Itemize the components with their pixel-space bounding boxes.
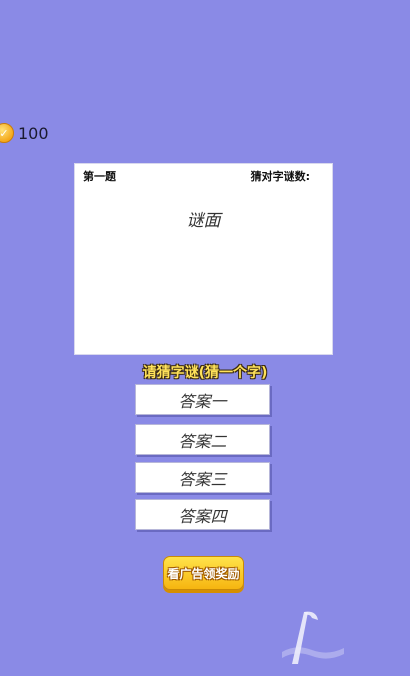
question-number: 第一题 [83,170,116,183]
riddle-panel: 第一题 猜对字谜数: 谜面 [74,163,333,355]
guess-prompt: 请猜字谜(猜一个字) [142,365,268,381]
coin-icon: ✓ [0,123,14,143]
answer-button-1[interactable]: 答案一 [135,384,270,415]
coin-counter: ✓ 100 [0,123,49,143]
answer-button-2[interactable]: 答案二 [135,424,270,455]
solved-count-label: 猜对字谜数: [250,170,310,183]
answer-button-4[interactable]: 答案四 [135,499,270,530]
coin-value: 100 [18,123,49,143]
riddle-text: 谜面 [186,211,221,231]
watermark-logo [282,611,344,664]
answer-button-3[interactable]: 答案三 [135,462,270,493]
watch-ad-reward-button[interactable]: 看广告领奖励 [163,556,244,590]
